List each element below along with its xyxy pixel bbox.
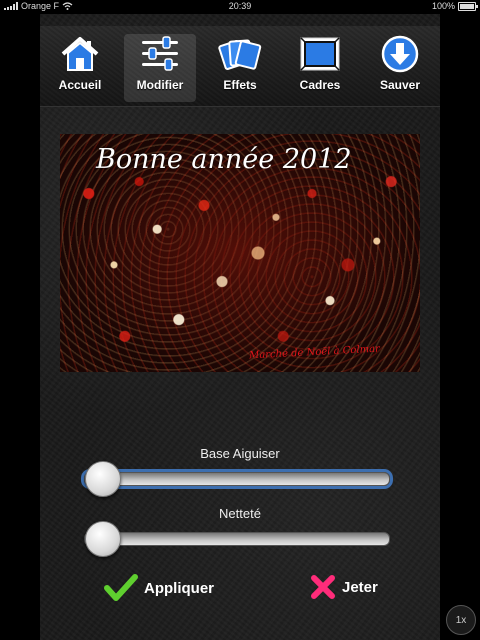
app-frame: Accueil Modifier Effets Cadres Sauver Bo… xyxy=(40,14,440,640)
slider-label-base-aiguiser: Base Aiguiser xyxy=(200,446,280,461)
toolbar-item-cadres[interactable]: Cadres xyxy=(284,34,356,102)
photo-signature: Marché de Noël à Colmar xyxy=(248,343,381,362)
status-bar: Orange F 20:39 100% xyxy=(0,0,480,12)
toolbar-item-accueil[interactable]: Accueil xyxy=(44,34,116,102)
frame-icon xyxy=(298,34,342,74)
apply-label: Appliquer xyxy=(144,579,214,597)
toolbar-item-effets[interactable]: Effets xyxy=(204,34,276,102)
download-icon xyxy=(378,34,422,74)
slider-thumb[interactable] xyxy=(85,521,121,557)
toolbar-item-modifier[interactable]: Modifier xyxy=(124,34,196,102)
toolbar: Accueil Modifier Effets Cadres Sauver xyxy=(40,26,440,107)
slider-thumb[interactable] xyxy=(85,461,121,497)
discard-button[interactable]: Jeter xyxy=(310,574,378,600)
sliders-icon xyxy=(138,34,182,74)
zoom-button[interactable]: 1x xyxy=(446,605,476,635)
status-time: 20:39 xyxy=(228,1,252,11)
slider-nettete[interactable] xyxy=(84,521,390,557)
slider-label-nettete: Netteté xyxy=(219,506,261,521)
toolbar-item-label: Effets xyxy=(223,78,257,92)
battery-label: 100% xyxy=(431,1,455,11)
toolbar-item-label: Modifier xyxy=(136,78,184,92)
status-right: 100% xyxy=(431,0,478,12)
toolbar-item-label: Sauver xyxy=(379,78,421,92)
discard-label: Jeter xyxy=(342,578,378,596)
toolbar-item-sauver[interactable]: Sauver xyxy=(364,34,436,102)
toolbar-item-label: Cadres xyxy=(299,78,341,92)
checkmark-icon xyxy=(104,574,138,601)
battery-icon xyxy=(458,1,478,11)
slider-base-aiguiser[interactable] xyxy=(84,461,390,497)
photo-preview: Bonne année 2012 Marché de Noël à Colmar xyxy=(60,134,420,372)
photo-caption: Bonne année 2012 xyxy=(96,144,352,175)
home-icon xyxy=(58,34,102,74)
close-icon xyxy=(311,575,335,599)
photos-icon xyxy=(218,34,262,74)
toolbar-item-label: Accueil xyxy=(58,78,102,92)
apply-button[interactable]: Appliquer xyxy=(104,574,214,602)
